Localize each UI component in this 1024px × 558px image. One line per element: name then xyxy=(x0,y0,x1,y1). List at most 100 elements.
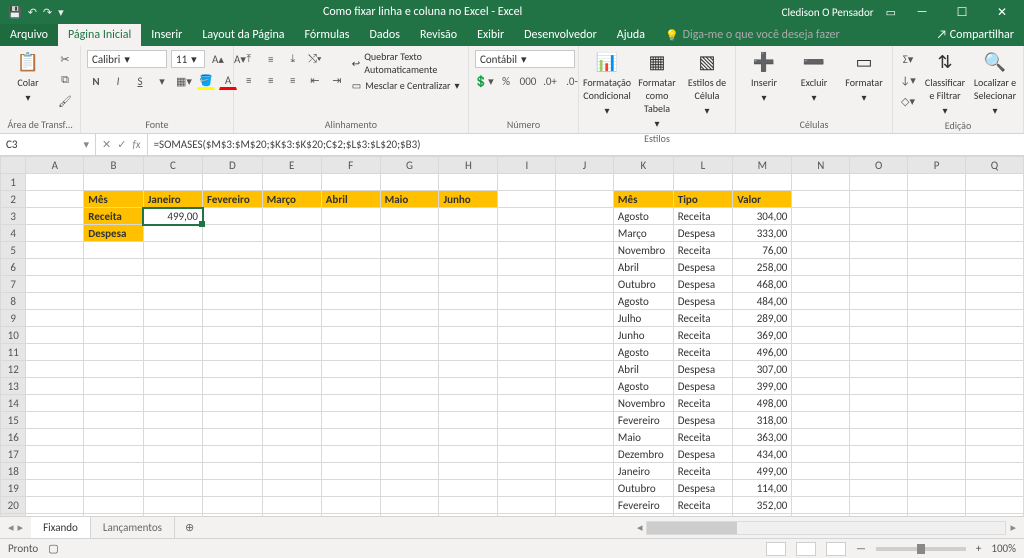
cell[interactable] xyxy=(556,429,614,446)
cell[interactable] xyxy=(850,208,908,225)
bold-button[interactable]: N xyxy=(87,72,105,90)
cell[interactable] xyxy=(908,446,966,463)
name-box[interactable]: C3▾ xyxy=(0,134,96,155)
cell[interactable] xyxy=(498,242,556,259)
cell[interactable] xyxy=(321,446,380,463)
cell[interactable]: 499,00 xyxy=(733,463,792,480)
cell[interactable] xyxy=(498,225,556,242)
cell[interactable] xyxy=(26,446,84,463)
cell[interactable] xyxy=(203,378,263,395)
conditional-formatting-button[interactable]: 📊Formatação Condicional▾ xyxy=(585,50,629,117)
cell[interactable] xyxy=(262,446,321,463)
cell[interactable] xyxy=(262,514,321,517)
cell[interactable] xyxy=(439,225,498,242)
cell[interactable] xyxy=(203,344,263,361)
cell[interactable] xyxy=(908,276,966,293)
cell[interactable] xyxy=(965,259,1023,276)
cell[interactable] xyxy=(26,208,84,225)
cell[interactable]: 499,00 xyxy=(143,208,202,225)
cell[interactable] xyxy=(965,327,1023,344)
cell[interactable] xyxy=(908,514,966,517)
cell[interactable] xyxy=(143,327,202,344)
cell[interactable] xyxy=(908,361,966,378)
tab-help[interactable]: Ajuda xyxy=(607,24,655,46)
enter-formula-icon[interactable]: ✓ xyxy=(117,138,126,151)
cell[interactable] xyxy=(321,276,380,293)
tab-developer[interactable]: Desenvolvedor xyxy=(514,24,607,46)
align-left-icon[interactable]: ≡ xyxy=(240,71,258,89)
cell[interactable] xyxy=(556,259,614,276)
row-header[interactable]: 12 xyxy=(1,361,26,378)
row-header[interactable]: 2 xyxy=(1,191,26,208)
cell[interactable]: Despesa xyxy=(673,412,732,429)
cell[interactable] xyxy=(556,463,614,480)
view-page-layout-button[interactable] xyxy=(796,542,816,556)
cell[interactable] xyxy=(380,429,439,446)
cell[interactable] xyxy=(850,344,908,361)
cell[interactable] xyxy=(26,242,84,259)
cell[interactable] xyxy=(908,174,966,191)
row-header[interactable]: 20 xyxy=(1,497,26,514)
zoom-slider[interactable] xyxy=(876,547,966,551)
cell[interactable]: Agosto xyxy=(613,378,673,395)
cell[interactable] xyxy=(84,412,143,429)
increase-decimal-icon[interactable]: .0+ xyxy=(541,72,559,90)
column-header[interactable]: Q xyxy=(965,157,1023,174)
cell[interactable] xyxy=(26,497,84,514)
format-cells-button[interactable]: ▭Formatar▾ xyxy=(842,50,886,104)
cell[interactable]: Despesa xyxy=(673,361,732,378)
cell[interactable] xyxy=(908,208,966,225)
cell[interactable] xyxy=(321,259,380,276)
cell[interactable] xyxy=(613,514,673,517)
cell[interactable] xyxy=(203,463,263,480)
cell[interactable] xyxy=(613,174,673,191)
cell[interactable] xyxy=(850,395,908,412)
row-header[interactable]: 11 xyxy=(1,344,26,361)
cell[interactable] xyxy=(321,378,380,395)
borders-button[interactable]: ▦▾ xyxy=(175,72,193,90)
cell[interactable] xyxy=(262,378,321,395)
horizontal-scrollbar[interactable] xyxy=(646,521,1006,535)
cell[interactable] xyxy=(439,480,498,497)
cell[interactable] xyxy=(321,480,380,497)
cell[interactable] xyxy=(556,361,614,378)
cell[interactable] xyxy=(439,242,498,259)
autosum-icon[interactable]: Σ▾ xyxy=(899,50,917,68)
cell[interactable] xyxy=(321,497,380,514)
cell[interactable] xyxy=(439,463,498,480)
cell[interactable] xyxy=(321,174,380,191)
cell[interactable] xyxy=(498,395,556,412)
cell[interactable] xyxy=(792,327,850,344)
redo-icon[interactable]: ↷ xyxy=(43,6,52,19)
cell[interactable] xyxy=(203,242,263,259)
cell[interactable] xyxy=(792,514,850,517)
tab-data[interactable]: Dados xyxy=(359,24,409,46)
worksheet-grid[interactable]: ABCDEFGHIJKLMNOPQ12MêsJaneiroFevereiroMa… xyxy=(0,156,1024,516)
row-header[interactable]: 6 xyxy=(1,259,26,276)
increase-font-icon[interactable]: A▴ xyxy=(209,50,227,68)
cell[interactable]: Despesa xyxy=(673,259,732,276)
cell[interactable] xyxy=(321,412,380,429)
cell[interactable] xyxy=(84,378,143,395)
qat-dropdown-icon[interactable]: ▾ xyxy=(58,6,64,19)
cell[interactable] xyxy=(908,480,966,497)
fill-color-button[interactable]: 🪣 xyxy=(197,72,215,90)
cell[interactable] xyxy=(908,293,966,310)
cell[interactable] xyxy=(380,514,439,517)
cell[interactable] xyxy=(26,310,84,327)
row-header[interactable]: 16 xyxy=(1,429,26,446)
cell[interactable]: 498,00 xyxy=(733,395,792,412)
merge-center-button[interactable]: ▭ Mesclar e Centralizar ▾ xyxy=(352,79,462,92)
cell[interactable] xyxy=(439,378,498,395)
cell[interactable] xyxy=(792,276,850,293)
share-button[interactable]: ↗ Compartilhar xyxy=(926,24,1024,46)
cell[interactable] xyxy=(850,225,908,242)
cell[interactable] xyxy=(792,463,850,480)
cell[interactable] xyxy=(792,497,850,514)
cell[interactable] xyxy=(965,242,1023,259)
cell[interactable] xyxy=(203,208,263,225)
cell[interactable] xyxy=(262,242,321,259)
cell[interactable] xyxy=(908,259,966,276)
cell[interactable]: Despesa xyxy=(673,293,732,310)
cell[interactable] xyxy=(84,429,143,446)
